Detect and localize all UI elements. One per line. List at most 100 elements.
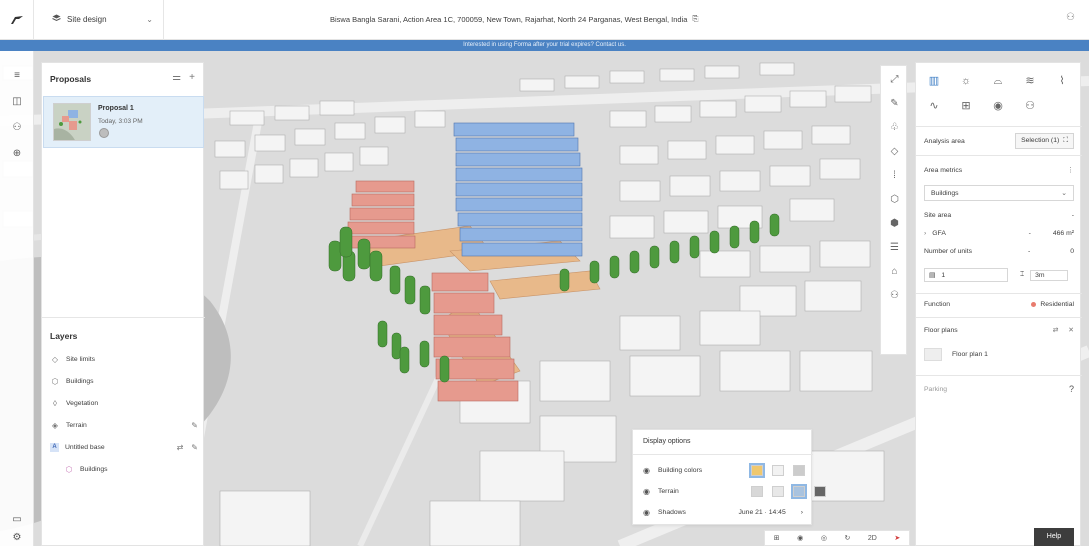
chevron-right-icon[interactable]: ›	[801, 509, 803, 516]
globe-icon[interactable]: ⊕	[9, 147, 25, 161]
site-area-row: Site area -	[924, 212, 1074, 219]
filter-icon[interactable]: ⚌	[172, 72, 181, 83]
terrain-options	[751, 483, 826, 499]
building-colors-options	[749, 462, 805, 478]
daylight-icon[interactable]: ⌓	[990, 73, 1006, 89]
residential-color-dot	[1031, 302, 1037, 307]
gfa-row[interactable]: › GFA - 466 m²	[924, 230, 1074, 237]
units-row: Number of units - 0	[924, 248, 1074, 255]
units-dash: -	[1027, 248, 1031, 255]
color-mode-grey[interactable]	[793, 464, 805, 476]
lines-icon[interactable]: ☰	[887, 240, 902, 255]
vegetation-icon: ◊	[53, 398, 57, 408]
eye-icon[interactable]: ◉	[643, 487, 651, 496]
cube-icon[interactable]: ⬢	[887, 216, 902, 231]
layer-buildings[interactable]: ⬡ Buildings	[50, 375, 198, 387]
forma-logo[interactable]	[0, 0, 34, 40]
noise-icon[interactable]: ∿	[926, 98, 942, 114]
layer-untitled-base[interactable]: A Untitled base ⇄ ✎	[50, 441, 198, 453]
menu-icon[interactable]: ≡	[9, 69, 25, 83]
layer-terrain[interactable]: ◈ Terrain ✎	[50, 419, 198, 431]
help-circle-icon[interactable]: ?	[1069, 384, 1074, 394]
eye-icon[interactable]: ◉	[643, 508, 651, 517]
layer-label: Untitled base	[65, 443, 105, 451]
wind-icon[interactable]: ≋	[1022, 73, 1038, 89]
selection-label: Selection (1)	[1021, 137, 1060, 144]
external-link-icon[interactable]: ⎘	[692, 14, 698, 24]
terrain-mode-4[interactable]	[814, 485, 826, 497]
site-design-dropdown[interactable]: Site design ⌄	[34, 0, 164, 40]
keyboard-icon[interactable]: ▭	[9, 513, 25, 527]
terrain-mode-2[interactable]	[772, 485, 784, 497]
metrics-dropdown-value: Buildings	[931, 189, 959, 197]
proposal-card[interactable]: Proposal 1 Today, 3:03 PM	[43, 96, 204, 148]
floor-height-value: 3m	[1030, 269, 1068, 281]
function-value-chip[interactable]: Residential	[1031, 301, 1074, 308]
buildings-icon: ⬡	[51, 376, 59, 386]
chevron-right-icon[interactable]: ›	[924, 230, 926, 237]
trial-banner[interactable]: Interested in using Forma after your tri…	[0, 40, 1089, 51]
thermometer-icon[interactable]: ⌇	[1054, 73, 1070, 89]
analysis-panel: ▥ ☼ ⌓ ≋ ⌇ ∿ ⊞ ◉ ⚇ Analysis area Selectio…	[915, 62, 1082, 546]
color-mode-plain[interactable]	[772, 464, 784, 476]
metrics-dropdown[interactable]: Buildings ⌄	[924, 185, 1074, 201]
proposal-date: Today, 3:03 PM	[98, 118, 143, 125]
display-options-title: Display options	[643, 438, 691, 445]
camera-icon[interactable]: ◎	[821, 534, 827, 542]
terrain-mode-1[interactable]	[751, 485, 763, 497]
color-mode-function[interactable]	[749, 462, 765, 478]
floor-plan-item[interactable]: Floor plan 1	[924, 348, 1074, 361]
sun-icon[interactable]: ☼	[958, 73, 974, 89]
floor-height-input[interactable]: ⌶ 3m	[1016, 268, 1072, 282]
surface-icon[interactable]: ◇	[887, 144, 902, 159]
terrain-icon: ◈	[51, 420, 59, 430]
eye-icon[interactable]: ◉	[797, 534, 803, 542]
eye-icon[interactable]: ◉	[643, 466, 651, 475]
selection-button[interactable]: Selection (1) ⛶	[1015, 133, 1074, 149]
network-icon[interactable]: ⚇	[1022, 98, 1038, 114]
cursor-icon[interactable]: ➤	[894, 534, 900, 542]
floors-input[interactable]: ▤ 1	[924, 268, 1008, 282]
separator	[916, 293, 1082, 294]
bar-chart-icon[interactable]: ▥	[926, 73, 942, 89]
user-group-icon[interactable]: ⚇	[1066, 12, 1075, 23]
zoom-fit-icon[interactable]: ⤢	[887, 72, 902, 87]
terrain-mode-3[interactable]	[791, 483, 807, 499]
tree-tool-icon[interactable]: ♧	[887, 120, 902, 135]
swap-icon[interactable]: ⇄	[1053, 326, 1059, 334]
polygon-icon[interactable]: ⬡	[887, 192, 902, 207]
area-metrics-title: Area metrics	[924, 166, 963, 174]
swap-icon[interactable]: ⇄	[177, 443, 184, 452]
orbit-icon[interactable]: ↻	[844, 534, 850, 542]
function-label: Function	[924, 301, 951, 308]
layer-label: Terrain	[66, 421, 87, 429]
more-icon[interactable]: ⋮	[1067, 166, 1074, 174]
add-proposal-icon[interactable]: +	[189, 72, 195, 83]
separator	[916, 155, 1082, 156]
grid-icon[interactable]: ⊞	[958, 98, 974, 114]
close-icon[interactable]: ✕	[1068, 326, 1074, 334]
edit-icon[interactable]: ✎	[191, 421, 198, 430]
layer-site-limits[interactable]: ◇ Site limits	[50, 353, 198, 365]
proposal-building-blue	[453, 122, 583, 257]
edit-icon[interactable]: ✎	[191, 443, 198, 452]
help-button[interactable]: Help	[1034, 528, 1074, 546]
view-2d-toggle[interactable]: 2D	[868, 535, 877, 542]
gfa-dash: -	[1028, 230, 1031, 237]
site-design-label: Site design	[67, 15, 107, 24]
layer-base-buildings[interactable]: ⬡ Buildings	[64, 463, 198, 475]
pencil-icon[interactable]: ✎	[887, 96, 902, 111]
align-icon[interactable]: ⁞	[887, 168, 902, 183]
floorplan-view-icon[interactable]: ⊞	[774, 534, 780, 542]
separator	[916, 375, 1082, 376]
library-icon[interactable]: ◫	[9, 95, 25, 109]
group-icon[interactable]: ⚇	[887, 288, 902, 303]
layer-vegetation[interactable]: ◊ Vegetation	[50, 397, 198, 409]
trial-banner-text[interactable]: Interested in using Forma after your tri…	[463, 42, 626, 48]
view-icon[interactable]: ◉	[990, 98, 1006, 114]
settings-icon[interactable]: ⚙	[9, 531, 25, 545]
shadows-datetime[interactable]: June 21 · 14:45	[738, 509, 785, 516]
tag-icon[interactable]: ⌂	[887, 264, 902, 279]
components-icon[interactable]: ⚇	[9, 121, 25, 135]
analysis-icons: ▥ ☼ ⌓ ≋ ⌇ ∿ ⊞ ◉ ⚇	[916, 63, 1082, 123]
